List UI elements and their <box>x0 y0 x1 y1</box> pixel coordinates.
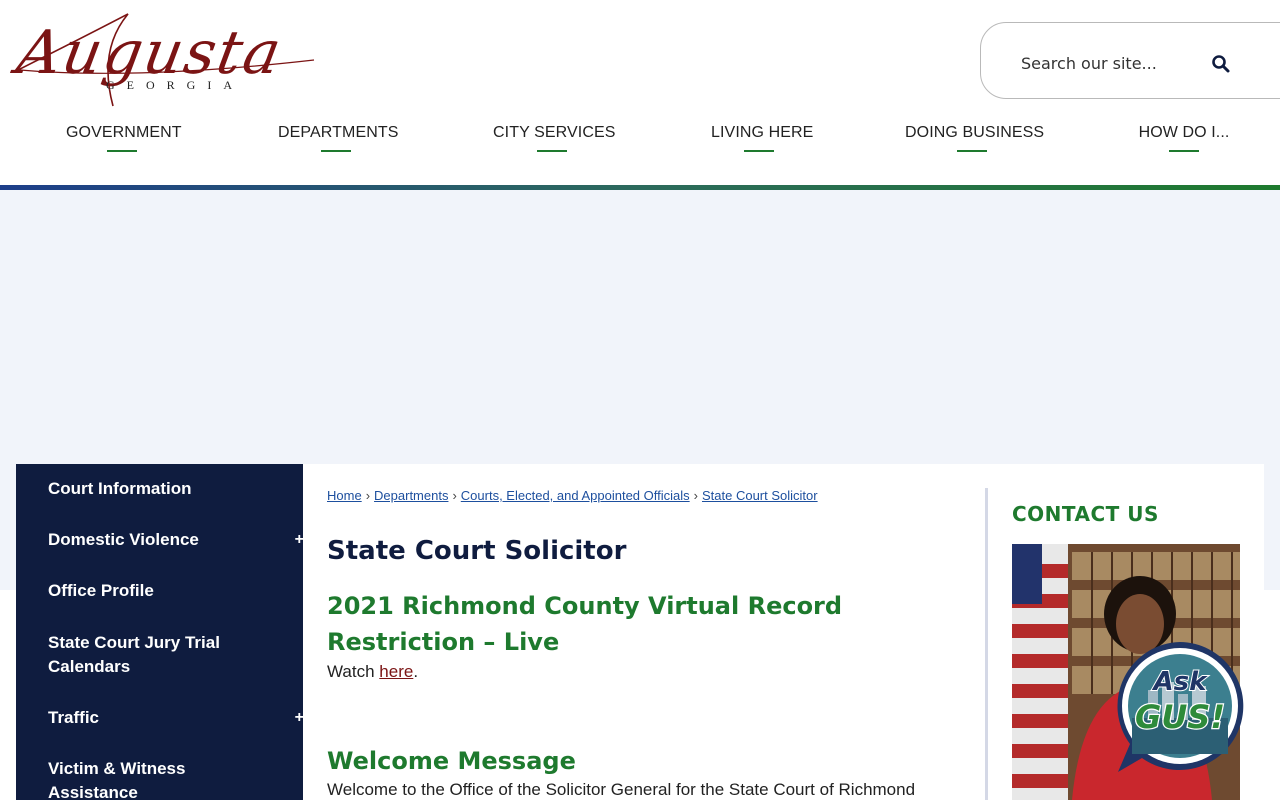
watch-suffix: . <box>413 662 419 681</box>
ask-gus-line1: Ask <box>1152 667 1209 697</box>
nav-government[interactable]: GOVERNMENT <box>66 124 182 152</box>
sidebar-item-label: Office Profile <box>48 581 154 600</box>
nav-label: GOVERNMENT <box>66 124 182 141</box>
nav-underline <box>1169 150 1199 152</box>
ask-gus-line2: GUS! <box>1135 698 1225 736</box>
nav-label: HOW DO I... <box>1138 124 1230 141</box>
nav-underline <box>107 150 137 152</box>
nav-city-services[interactable]: CITY SERVICES <box>493 124 616 152</box>
search-button[interactable] <box>1209 53 1233 77</box>
page-title: State Court Solicitor <box>327 536 627 566</box>
main-nav: GOVERNMENT DEPARTMENTS CITY SERVICES LIV… <box>0 124 1280 164</box>
sidebar-item-label: State Court Jury Trial Calendars <box>48 633 220 676</box>
sidebar-item-label: Domestic Violence <box>48 530 199 549</box>
watch-here-link[interactable]: here <box>379 662 413 681</box>
breadcrumb-separator: › <box>365 488 371 503</box>
breadcrumb: Home › Departments › Courts, Elected, and Ap… <box>327 488 818 503</box>
record-restriction-heading: 2021 Richmond County Virtual Record Rest… <box>327 592 843 656</box>
sidebar-item-label: Traffic <box>48 708 100 727</box>
search-box <box>980 22 1280 99</box>
breadcrumb-separator: › <box>693 488 698 503</box>
sidebar-item-domestic-violence[interactable]: Domestic Violence + <box>48 528 304 552</box>
contact-us-heading: CONTACT US <box>1012 502 1159 526</box>
welcome-heading: Welcome Message <box>327 747 576 775</box>
watch-line: Watch here. <box>327 662 418 682</box>
sidebar-item-court-information[interactable]: Court Information <box>48 477 288 501</box>
search-icon <box>1212 54 1230 72</box>
watch-prefix: Watch <box>327 662 380 681</box>
nav-underline <box>957 150 987 152</box>
sidebar-item-label: Court Information <box>48 479 192 498</box>
sidebar-item-office-profile[interactable]: Office Profile <box>48 579 288 603</box>
sidebar-item-victim-witness[interactable]: Victim & Witness Assistance <box>48 757 228 800</box>
welcome-text: Welcome to the Office of the Solicitor G… <box>327 780 916 799</box>
nav-doing-business[interactable]: DOING BUSINESS <box>905 124 1045 152</box>
nav-underline <box>537 150 567 152</box>
sidebar-item-jury-trial-calendars[interactable]: State Court Jury Trial Calendars <box>48 631 248 679</box>
nav-how-do-i[interactable]: HOW DO I... <box>1138 124 1230 152</box>
search-input[interactable] <box>1021 52 1181 74</box>
breadcrumb-state-court-solicitor[interactable]: State Court Solicitor <box>702 488 818 503</box>
sidebar-item-traffic[interactable]: Traffic + <box>48 706 304 730</box>
column-divider <box>985 488 988 800</box>
breadcrumb-departments[interactable]: Departments <box>374 488 448 503</box>
breadcrumb-home[interactable]: Home <box>327 488 362 503</box>
nav-underline <box>744 150 774 152</box>
nav-departments[interactable]: DEPARTMENTS <box>278 124 399 152</box>
augusta-logo[interactable]: Augusta GEORGIA <box>12 10 318 116</box>
ask-gus-icon: Ask GUS! <box>1117 642 1244 772</box>
breadcrumb-courts[interactable]: Courts, Elected, and Appointed Officials <box>461 488 690 503</box>
ask-gus-chatbot[interactable]: Ask GUS! <box>1112 638 1248 774</box>
breadcrumb-separator: › <box>452 488 457 503</box>
nav-label: LIVING HERE <box>711 124 814 141</box>
nav-label: DEPARTMENTS <box>278 124 399 141</box>
nav-living-here[interactable]: LIVING HERE <box>711 124 814 152</box>
nav-underline <box>321 150 351 152</box>
nav-label: CITY SERVICES <box>493 124 616 141</box>
logo-subtitle: GEORGIA <box>106 78 244 92</box>
site-header: Augusta GEORGIA GOVERNMENT DEPARTMENTS C… <box>0 0 1280 190</box>
sidebar-nav: Court Information Domestic Violence + Of… <box>16 464 304 800</box>
nav-label: DOING BUSINESS <box>905 124 1045 141</box>
sidebar-item-label: Victim & Witness Assistance <box>48 759 186 800</box>
